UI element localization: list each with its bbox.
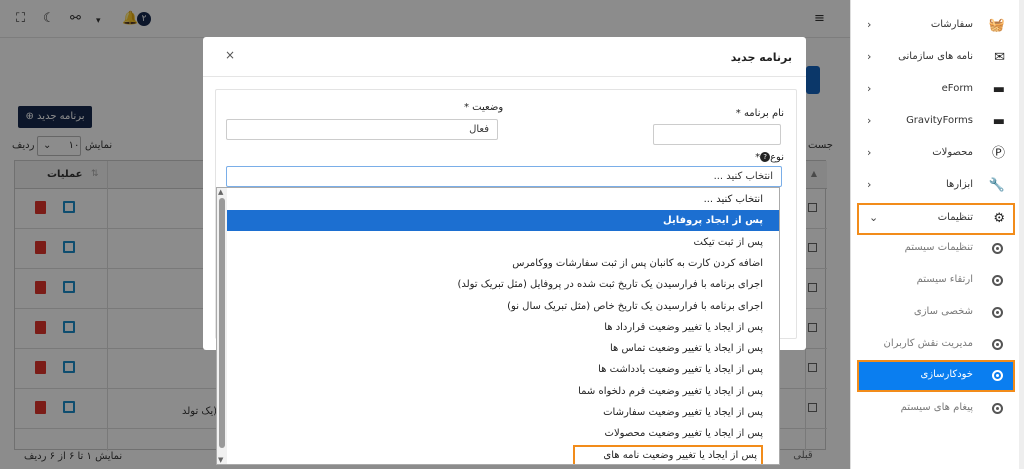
basket-icon: 🧺 xyxy=(988,18,1005,33)
circle-icon xyxy=(992,403,1003,414)
sidebar-item-orders[interactable]: › سفارشات 🧺 xyxy=(855,10,1015,42)
close-icon[interactable]: × xyxy=(225,48,235,62)
dropdown-option[interactable]: پس از ایجاد یا تغییر وضعیت تماس ها xyxy=(227,338,779,359)
sidebar-item-products[interactable]: › محصولات Ⓟ xyxy=(855,138,1015,170)
dropdown-option[interactable]: پس از ایجاد یا تغییر وضعیت سفارشات xyxy=(227,402,779,423)
folder-icon: ▬ xyxy=(992,82,1005,97)
chevron-right-icon: › xyxy=(867,50,872,63)
chevron-right-icon: › xyxy=(867,146,872,159)
status-select[interactable]: فعال xyxy=(226,119,498,140)
dropdown-option[interactable]: انتخاب کنید ... xyxy=(227,189,779,210)
type-label: نوع?* xyxy=(755,152,784,163)
dropdown-option[interactable]: اضافه کردن کارت به کانبان پس از ثبت سفار… xyxy=(227,253,779,274)
scroll-down-icon[interactable]: ▼ xyxy=(218,456,223,464)
type-select[interactable]: انتخاب کنید ... xyxy=(226,166,782,187)
sidebar-subitem-system-messages[interactable]: پیغام های سیستم xyxy=(855,393,1015,425)
modal-title: برنامه جدید xyxy=(730,51,792,64)
sidebar-subitem-personalization[interactable]: شخصی سازی xyxy=(855,297,1015,329)
chevron-right-icon: › xyxy=(867,82,872,95)
program-name-input[interactable] xyxy=(653,124,781,145)
circle-icon xyxy=(992,243,1003,254)
sidebar: › سفارشات 🧺 › نامه های سازمانی ✉ › eForm… xyxy=(850,0,1024,469)
dropdown-option[interactable]: پس از ایجاد یا تغییر وضعیت یادداشت ها xyxy=(227,359,779,380)
wrench-icon: 🔧 xyxy=(988,178,1005,193)
dropdown-option[interactable]: پس از ایجاد یا تغییر وضعیت محصولات xyxy=(227,423,779,444)
modal-header: × برنامه جدید xyxy=(203,37,806,77)
circle-icon xyxy=(992,307,1003,318)
chevron-right-icon: › xyxy=(867,18,872,31)
chevron-right-icon: › xyxy=(867,114,872,127)
chevron-right-icon: › xyxy=(867,178,872,191)
dropdown-option[interactable]: پس از ثبت تیکت xyxy=(227,232,779,253)
dropdown-option[interactable]: پس از ایجاد پروفایل xyxy=(227,210,779,232)
dropdown-scroll-thumb[interactable] xyxy=(219,198,225,448)
dropdown-scrollbar[interactable]: ▲ ▼ xyxy=(217,188,227,464)
dropdown-option[interactable]: پس از ایجاد یا تغییر وضعیت قرارداد ها xyxy=(227,317,779,338)
envelope-icon: ✉ xyxy=(994,50,1005,65)
circle-icon xyxy=(992,370,1003,381)
sidebar-item-settings[interactable]: ⌄ تنظیمات ⚙ xyxy=(857,203,1015,235)
sidebar-scrollbar[interactable] xyxy=(1019,0,1024,469)
circle-icon xyxy=(992,275,1003,286)
dropdown-option[interactable]: اجرای برنامه با فرارسیدن یک تاریخ ثبت شد… xyxy=(227,274,779,295)
dropdown-option[interactable]: اجرای برنامه با فرارسیدن یک تاریخ خاص (م… xyxy=(227,296,779,317)
sidebar-item-gravityforms[interactable]: › GravityForms ▬ xyxy=(855,106,1015,138)
help-icon[interactable]: ? xyxy=(760,152,771,162)
scroll-up-icon[interactable]: ▲ xyxy=(218,188,223,196)
sidebar-item-tools[interactable]: › ابزارها 🔧 xyxy=(855,170,1015,202)
folder-icon: ▬ xyxy=(992,114,1005,129)
sidebar-subitem-system-settings[interactable]: تنظیمات سیستم xyxy=(855,233,1015,265)
program-name-label: نام برنامه * xyxy=(735,108,784,119)
sidebar-subitem-user-roles[interactable]: مدیریت نقش کاربران xyxy=(855,329,1015,361)
circle-icon xyxy=(992,339,1003,350)
sidebar-item-org-letters[interactable]: › نامه های سازمانی ✉ xyxy=(855,42,1015,74)
sidebar-item-eform[interactable]: › eForm ▬ xyxy=(855,74,1015,106)
dropdown-option[interactable]: پس از ایجاد یا تغییر وضعیت فرم دلخواه شم… xyxy=(227,381,779,402)
type-dropdown-list: ▲ ▼ انتخاب کنید ... پس از ایجاد پروفایل پس… xyxy=(216,187,780,465)
status-label: وضعیت * xyxy=(464,102,504,113)
dropdown-option[interactable]: پس از ایجاد یا تغییر وضعیت نامه های سازم… xyxy=(573,444,763,464)
chevron-down-icon: ⌄ xyxy=(869,211,879,224)
product-icon: Ⓟ xyxy=(991,146,1005,161)
gear-icon: ⚙ xyxy=(993,211,1005,226)
sidebar-subitem-system-upgrade[interactable]: ارتقاء سیستم xyxy=(855,265,1015,297)
sidebar-subitem-automation[interactable]: خودکارسازی xyxy=(857,360,1015,392)
